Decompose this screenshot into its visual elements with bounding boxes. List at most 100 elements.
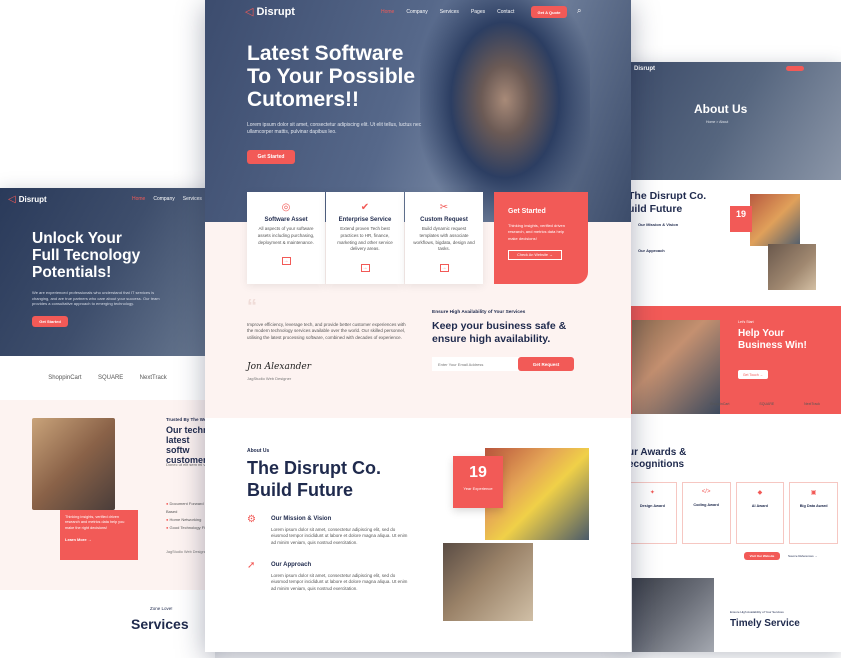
left-tech-text: Donec ut elit sem mi vel: [166, 462, 209, 467]
left-nav: Home Company Services: [132, 196, 202, 202]
right-help-title: Help Your Business Win!: [738, 328, 807, 351]
right-approach: Our Approach: [638, 248, 665, 253]
arrow-icon[interactable]: →: [360, 264, 370, 272]
award-title: AI Award: [751, 504, 768, 508]
center-page-preview: ◁ Disrupt Home Company Services Pages Co…: [205, 0, 631, 652]
check-website-button[interactable]: Check An Website →: [508, 250, 562, 261]
right-timely-label: Ensure High Availability of Your Service…: [730, 610, 784, 614]
years-badge: 19 Year Experience: [453, 456, 503, 508]
award-icon: ◆: [757, 490, 763, 496]
card-text: Build dynamic request templates with ass…: [413, 226, 475, 252]
award-card: ✦ Design Award: [628, 482, 677, 544]
get-quote-button[interactable]: Get A Quote: [531, 6, 567, 18]
about-photo-2: [443, 543, 533, 621]
center-hero-title: Latest Software To Your Possible Cutomer…: [247, 42, 415, 111]
award-title: Coding Award: [693, 503, 719, 507]
availability-title: Keep your business safe & ensure high av…: [432, 320, 566, 346]
right-years-value: 19: [735, 209, 746, 219]
award-title: Big Data Award: [799, 504, 828, 508]
availability-line-1: Keep your business safe &: [432, 320, 567, 332]
center-get-started-button[interactable]: Get Started: [247, 150, 295, 164]
right-quote-button[interactable]: [786, 66, 804, 71]
right-help-label: Let's Start: [738, 320, 754, 324]
check-label: Good Technology Fix: [169, 525, 208, 530]
get-request-button[interactable]: Get Request: [518, 357, 574, 371]
feature-card-enterprise[interactable]: ✔ Enterprise Service Extend proven Tech …: [326, 192, 404, 284]
quote-icon: “: [247, 296, 257, 318]
availability-label: Ensure High Availability of Your Service…: [432, 310, 526, 315]
nav-company[interactable]: Company: [153, 196, 174, 202]
right-awards-row: ✦ Design Award </> Coding Award ◆ AI Awa…: [628, 482, 838, 544]
center-hero: ◁ Disrupt Home Company Services Pages Co…: [205, 0, 631, 222]
center-logo-text[interactable]: Disrupt: [256, 6, 295, 18]
right-about-photo-1: [750, 194, 800, 246]
right-co-line-1: The Disrupt Co.: [628, 190, 707, 202]
feature-card-custom[interactable]: ✂ Custom Request Build dynamic request t…: [405, 192, 483, 284]
quote-text: Improve efficiency, leverage tech, and p…: [247, 322, 406, 340]
nav-services[interactable]: Services: [440, 9, 459, 15]
square-logo: SQUARE: [759, 402, 775, 406]
right-award-button[interactable]: Visit Our Website: [744, 552, 780, 560]
center-hero-text: Lorem ipsum dolor sit amet, consectetur …: [247, 122, 422, 135]
right-logo-text[interactable]: Disrupt: [634, 66, 655, 72]
check-label: Home Networking: [169, 517, 202, 522]
search-icon[interactable]: ⌕: [577, 6, 581, 16]
signature: Jon Alexander: [247, 362, 312, 372]
right-award-link[interactable]: Source References →: [788, 554, 818, 558]
left-sign-role: JagStudio Web Designer: [166, 550, 208, 554]
nexttrack-logo: NextTrack: [139, 375, 167, 381]
left-hero-title: Unlock Your Full Tecnology Potentials!: [32, 230, 140, 281]
right-about-title: About Us: [694, 102, 748, 116]
email-input[interactable]: [432, 357, 520, 371]
right-help-button[interactable]: Get Touch →: [738, 370, 768, 379]
about-label: About Us: [247, 448, 270, 454]
nav-home[interactable]: Home: [132, 196, 145, 202]
center-nav: Home Company Services Pages Contact: [381, 9, 514, 15]
mission-title: Our Mission & Vision: [271, 516, 332, 522]
shoppincart-logo: ShoppinCart: [48, 375, 82, 381]
award-card: </> Coding Award: [681, 482, 731, 544]
award-icon: ▣: [810, 490, 817, 496]
logo-icon: ◁: [245, 6, 254, 18]
left-page-preview: ◁ Disrupt Home Company Services Unlock Y…: [0, 188, 215, 658]
left-hero-text: We are experienced professionals who und…: [32, 290, 160, 307]
arrow-icon[interactable]: →: [281, 257, 291, 266]
right-help-section: Let's Start Help Your Business Win! Get …: [620, 306, 841, 414]
get-started-title: Get Started: [508, 208, 546, 215]
left-tech-section: Thinking insights, verified driven resea…: [0, 400, 215, 590]
nav-contact[interactable]: Contact: [497, 9, 514, 15]
check-label: Document Forward Based: [166, 501, 204, 514]
left-services-title: Services: [131, 616, 189, 632]
years-label: Year Experience: [463, 486, 493, 491]
approach-title: Our Approach: [271, 562, 312, 568]
left-services-label: Zone Love!: [150, 606, 173, 611]
mission-text: Lorem ipsum dolor sit amet, consectetur …: [271, 527, 408, 545]
left-get-started-button[interactable]: Get Started: [32, 316, 68, 327]
hero-title-line-3: Cutomers!!: [247, 88, 360, 112]
nav-home[interactable]: Home: [381, 9, 394, 15]
square-logo: SQUARE: [97, 375, 124, 381]
left-learn-more-link[interactable]: Learn More →: [65, 537, 133, 542]
left-promo-text: Thinking insights, verified driven resea…: [65, 515, 125, 530]
right-co-line-2: uild Future: [628, 202, 683, 215]
nav-company[interactable]: Company: [406, 9, 427, 15]
availability-line-2: ensure high availability.: [432, 333, 551, 346]
right-awards-line-2: ecognitions: [628, 459, 685, 470]
nav-pages[interactable]: Pages: [471, 9, 485, 15]
right-mission: Our Mission & Vision: [638, 222, 679, 227]
tools-icon: ✂: [439, 202, 449, 213]
hero-title-line-1: Latest Software: [247, 42, 404, 65]
left-logo-text[interactable]: Disrupt: [19, 195, 47, 204]
card-text: Extend proven Tech best practices to HR,…: [337, 226, 393, 252]
award-title: Design Award: [639, 504, 665, 508]
right-about-photo-2: [768, 244, 816, 290]
arrow-icon[interactable]: →: [439, 264, 449, 272]
right-co-title: The Disrupt Co. uild Future: [628, 190, 706, 215]
right-awards-title: ur Awards & ecognitions: [628, 447, 686, 471]
nav-services[interactable]: Services: [183, 196, 202, 202]
feature-card-software[interactable]: ◎ Software Asset All aspects of your sof…: [247, 192, 325, 284]
right-page-preview: Disrupt About Us Home > About The Disrup…: [620, 62, 841, 652]
award-icon: ✦: [649, 490, 655, 496]
award-card: ◆ AI Award: [735, 482, 785, 544]
nexttrack-logo: NextTrack: [804, 402, 820, 406]
